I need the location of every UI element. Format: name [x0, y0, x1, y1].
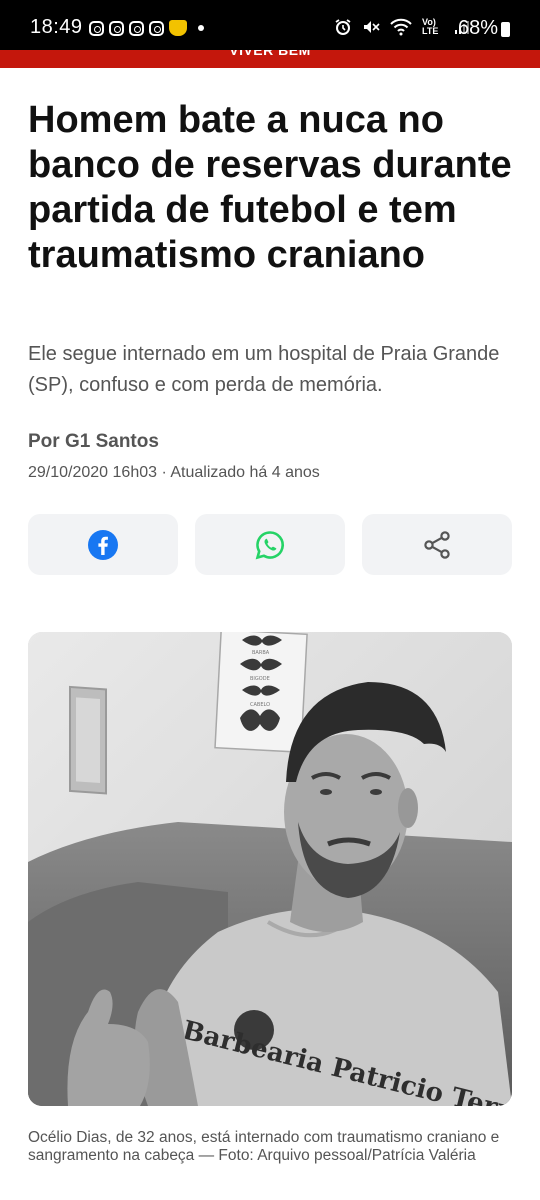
instagram-icon	[109, 20, 124, 36]
instagram-icon	[129, 20, 144, 36]
poster-line: CABELO	[250, 702, 270, 708]
app-notification-icon	[169, 20, 187, 36]
system-icons: Vo) LTE	[334, 18, 470, 36]
wall-frame	[69, 685, 107, 795]
share-bar	[28, 514, 512, 575]
article-title: Homem bate a nuca no banco de reservas d…	[28, 99, 512, 276]
photo-illustration: BARBA BIGODE CABELO Barbearia Patricio T…	[28, 632, 512, 1106]
share-icon	[424, 530, 450, 559]
article-date: 29/10/2020 16h03 · Atualizado há 4 anos	[28, 464, 320, 481]
notification-icons	[89, 20, 204, 36]
article-subtitle: Ele segue internado em um hospital de Pr…	[28, 343, 500, 396]
instagram-icon	[149, 20, 164, 36]
whatsapp-icon	[255, 530, 284, 559]
photo-caption: Océlio Dias, de 32 anos, está internado …	[28, 1129, 500, 1164]
section-label[interactable]: VIVER BEM	[0, 50, 540, 58]
status-time: 18:49	[30, 16, 83, 38]
mute-icon	[364, 21, 380, 33]
share-more-button[interactable]	[362, 514, 512, 575]
more-notifications-dot	[198, 25, 204, 31]
facebook-icon	[88, 529, 118, 560]
article-photo[interactable]: BARBA BIGODE CABELO Barbearia Patricio T…	[28, 632, 512, 1106]
status-bar: 18:49 Vo) LTE 68%	[0, 0, 540, 50]
section-header-bar[interactable]: VIVER BEM	[0, 50, 540, 68]
article-author[interactable]: Por G1 Santos	[28, 431, 159, 453]
alarm-icon	[335, 19, 351, 35]
battery-level: 68%	[457, 17, 498, 39]
volte-label: Vo) LTE	[422, 17, 439, 36]
wifi-icon	[390, 18, 412, 36]
instagram-icon	[89, 20, 104, 36]
battery-icon	[501, 22, 510, 37]
share-whatsapp-button[interactable]	[195, 514, 345, 575]
share-facebook-button[interactable]	[28, 514, 178, 575]
poster-line: BARBA	[252, 650, 270, 656]
barber-poster: BARBA BIGODE CABELO	[214, 632, 308, 753]
poster-line: BIGODE	[250, 676, 270, 682]
